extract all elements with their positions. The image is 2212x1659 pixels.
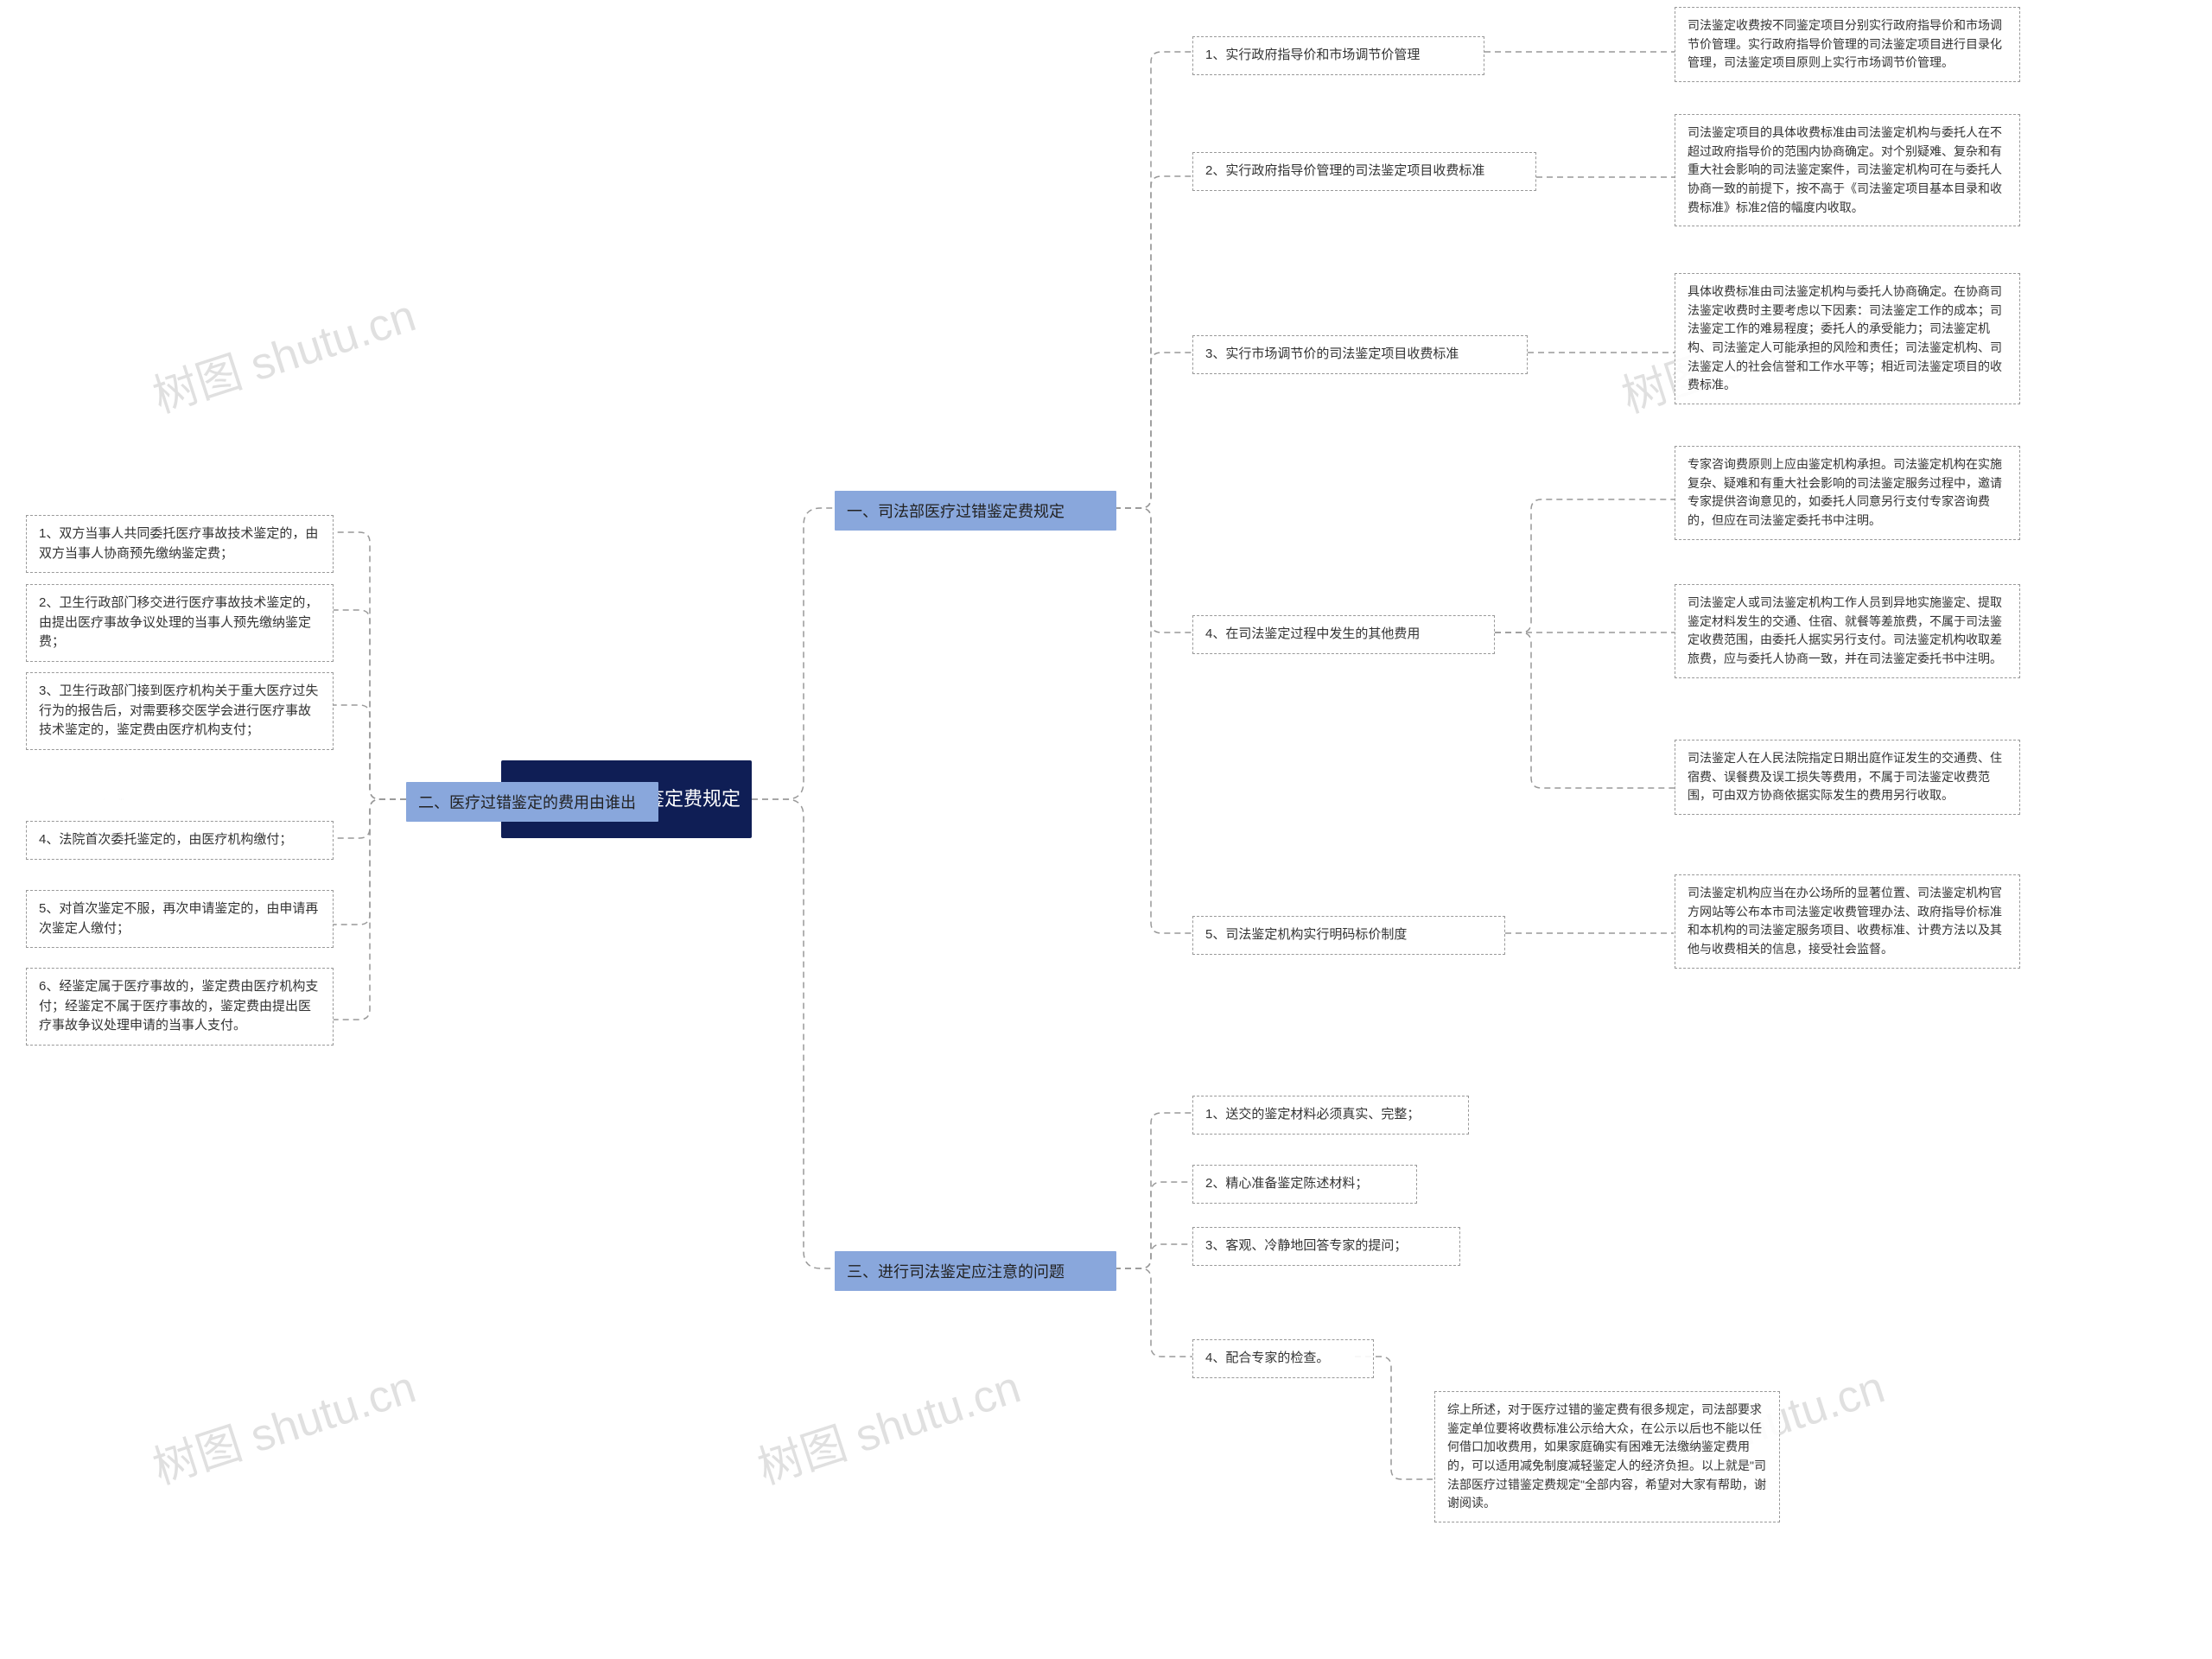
branch1-sub-4-detail-b[interactable]: 司法鉴定人或司法鉴定机构工作人员到异地实施鉴定、提取鉴定材料发生的交通、住宿、就… bbox=[1675, 584, 2020, 678]
branch2-item-6[interactable]: 6、经鉴定属于医疗事故的，鉴定费由医疗机构支付；经鉴定不属于医疗事故的，鉴定费由… bbox=[26, 968, 334, 1046]
branch3-item-3[interactable]: 3、客观、冷静地回答专家的提问； bbox=[1192, 1227, 1460, 1266]
branch2-item-5[interactable]: 5、对首次鉴定不服，再次申请鉴定的，由申请再次鉴定人缴付； bbox=[26, 890, 334, 948]
text: 3、客观、冷静地回答专家的提问； bbox=[1205, 1238, 1407, 1253]
text: 4、配合专家的检查。 bbox=[1205, 1351, 1329, 1365]
text: 司法鉴定收费按不同鉴定项目分别实行政府指导价和市场调节价管理。实行政府指导价管理… bbox=[1688, 18, 2002, 69]
text: 司法鉴定人在人民法院指定日期出庭作证发生的交通费、住宿费、误餐费及误工损失等费用… bbox=[1688, 751, 2002, 802]
branch-3-title: 三、进行司法鉴定应注意的问题 bbox=[847, 1260, 1065, 1282]
text: 5、对首次鉴定不服，再次申请鉴定的，由申请再次鉴定人缴付； bbox=[39, 901, 318, 936]
branch-2-title: 二、医疗过错鉴定的费用由谁出 bbox=[418, 791, 636, 813]
branch-2[interactable]: 二、医疗过错鉴定的费用由谁出 bbox=[406, 782, 658, 822]
branch-3[interactable]: 三、进行司法鉴定应注意的问题 bbox=[835, 1251, 1116, 1291]
text: 1、送交的鉴定材料必须真实、完整； bbox=[1205, 1107, 1420, 1122]
branch1-sub-5-detail[interactable]: 司法鉴定机构应当在办公场所的显著位置、司法鉴定机构官方网站等公布本市司法鉴定收费… bbox=[1675, 874, 2020, 969]
branch1-sub-3[interactable]: 3、实行市场调节价的司法鉴定项目收费标准 bbox=[1192, 335, 1528, 374]
text: 4、法院首次委托鉴定的，由医疗机构缴付； bbox=[39, 832, 292, 847]
branch1-sub-4[interactable]: 4、在司法鉴定过程中发生的其他费用 bbox=[1192, 615, 1495, 654]
text: 1、双方当事人共同委托医疗事故技术鉴定的，由双方当事人协商预先缴纳鉴定费； bbox=[39, 526, 318, 561]
branch1-sub-1-detail[interactable]: 司法鉴定收费按不同鉴定项目分别实行政府指导价和市场调节价管理。实行政府指导价管理… bbox=[1675, 7, 2020, 82]
text: 司法鉴定项目的具体收费标准由司法鉴定机构与委托人在不超过政府指导价的范围内协商确… bbox=[1688, 125, 2002, 214]
branch3-item-1[interactable]: 1、送交的鉴定材料必须真实、完整； bbox=[1192, 1096, 1469, 1135]
branch2-item-4[interactable]: 4、法院首次委托鉴定的，由医疗机构缴付； bbox=[26, 821, 334, 860]
branch3-tail[interactable]: 综上所述，对于医疗过错的鉴定费有很多规定，司法部要求鉴定单位要将收费标准公示给大… bbox=[1434, 1391, 1780, 1522]
branch3-item-4[interactable]: 4、配合专家的检查。 bbox=[1192, 1339, 1374, 1378]
text: 2、卫生行政部门移交进行医疗事故技术鉴定的，由提出医疗事故争议处理的当事人预先缴… bbox=[39, 595, 318, 649]
text: 司法鉴定人或司法鉴定机构工作人员到异地实施鉴定、提取鉴定材料发生的交通、住宿、就… bbox=[1688, 595, 2002, 665]
text: 专家咨询费原则上应由鉴定机构承担。司法鉴定机构在实施复杂、疑难和有重大社会影响的… bbox=[1688, 457, 2002, 527]
branch1-sub-2-detail[interactable]: 司法鉴定项目的具体收费标准由司法鉴定机构与委托人在不超过政府指导价的范围内协商确… bbox=[1675, 114, 2020, 226]
branch3-item-2[interactable]: 2、精心准备鉴定陈述材料； bbox=[1192, 1165, 1417, 1204]
label: 3、实行市场调节价的司法鉴定项目收费标准 bbox=[1205, 346, 1459, 361]
branch2-item-2[interactable]: 2、卫生行政部门移交进行医疗事故技术鉴定的，由提出医疗事故争议处理的当事人预先缴… bbox=[26, 584, 334, 662]
text: 3、卫生行政部门接到医疗机构关于重大医疗过失行为的报告后，对需要移交医学会进行医… bbox=[39, 683, 318, 737]
watermark: 树图 shutu.cn bbox=[143, 279, 423, 425]
branch1-sub-3-detail[interactable]: 具体收费标准由司法鉴定机构与委托人协商确定。在协商司法鉴定收费时主要考虑以下因素… bbox=[1675, 273, 2020, 404]
watermark: 树图 shutu.cn bbox=[143, 1351, 423, 1497]
branch2-item-3[interactable]: 3、卫生行政部门接到医疗机构关于重大医疗过失行为的报告后，对需要移交医学会进行医… bbox=[26, 672, 334, 750]
branch1-sub-2[interactable]: 2、实行政府指导价管理的司法鉴定项目收费标准 bbox=[1192, 152, 1536, 191]
label: 1、实行政府指导价和市场调节价管理 bbox=[1205, 48, 1420, 62]
text: 2、精心准备鉴定陈述材料； bbox=[1205, 1176, 1368, 1191]
branch-1-title: 一、司法部医疗过错鉴定费规定 bbox=[847, 499, 1065, 522]
branch2-item-1[interactable]: 1、双方当事人共同委托医疗事故技术鉴定的，由双方当事人协商预先缴纳鉴定费； bbox=[26, 515, 334, 573]
label: 2、实行政府指导价管理的司法鉴定项目收费标准 bbox=[1205, 163, 1484, 178]
label: 4、在司法鉴定过程中发生的其他费用 bbox=[1205, 626, 1420, 641]
text: 司法鉴定机构应当在办公场所的显著位置、司法鉴定机构官方网站等公布本市司法鉴定收费… bbox=[1688, 886, 2002, 956]
label: 5、司法鉴定机构实行明码标价制度 bbox=[1205, 927, 1407, 942]
text: 6、经鉴定属于医疗事故的，鉴定费由医疗机构支付；经鉴定不属于医疗事故的，鉴定费由… bbox=[39, 979, 318, 1033]
branch1-sub-1[interactable]: 1、实行政府指导价和市场调节价管理 bbox=[1192, 36, 1484, 75]
watermark: 树图 shutu.cn bbox=[748, 1351, 1027, 1497]
text: 具体收费标准由司法鉴定机构与委托人协商确定。在协商司法鉴定收费时主要考虑以下因素… bbox=[1688, 284, 2002, 391]
branch1-sub-4-detail-a[interactable]: 专家咨询费原则上应由鉴定机构承担。司法鉴定机构在实施复杂、疑难和有重大社会影响的… bbox=[1675, 446, 2020, 540]
branch1-sub-5[interactable]: 5、司法鉴定机构实行明码标价制度 bbox=[1192, 916, 1505, 955]
mindmap-canvas: 树图 shutu.cn 树图 shutu.cn 树图 shutu.cn 树图 s… bbox=[0, 0, 2212, 1659]
text: 综上所述，对于医疗过错的鉴定费有很多规定，司法部要求鉴定单位要将收费标准公示给大… bbox=[1447, 1402, 1766, 1510]
branch-1[interactable]: 一、司法部医疗过错鉴定费规定 bbox=[835, 491, 1116, 531]
branch1-sub-4-detail-c[interactable]: 司法鉴定人在人民法院指定日期出庭作证发生的交通费、住宿费、误餐费及误工损失等费用… bbox=[1675, 740, 2020, 815]
